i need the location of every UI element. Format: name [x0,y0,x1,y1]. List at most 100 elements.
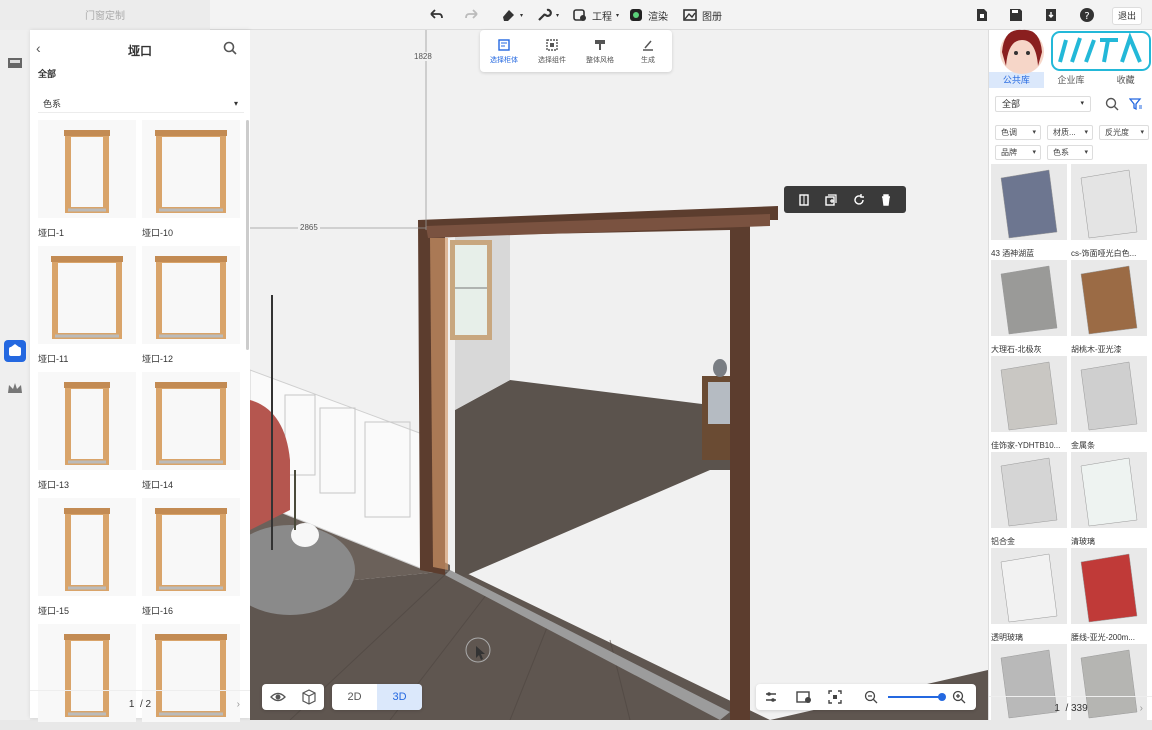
filter-color[interactable]: 色系 ▾ [1047,145,1093,160]
material-swatch [1071,356,1147,432]
door-edit-icon[interactable] [797,193,811,207]
color-filter-select[interactable]: 色系 ▾ [38,97,244,113]
selection-toolbar: 选择柜体 选择组件 整体风格 生成 [480,30,672,72]
camera-settings-icon[interactable] [796,690,812,704]
next-page-icon[interactable]: › [1140,697,1143,721]
page-current[interactable]: 1 [129,699,135,710]
filter-tone[interactable]: 色调 ▾ [995,125,1041,140]
save-icon [1010,9,1022,21]
export-icon [977,9,987,21]
doorframe-thumbnail [38,372,136,470]
crown-icon [8,383,22,393]
material-item[interactable]: 清玻璃 [1071,452,1147,547]
document-tab[interactable]: 门窗定制 [0,0,210,30]
material-item[interactable]: 大理石-北极灰 [991,260,1067,355]
material-label: 铝合金 [991,537,1015,546]
doorframe-label: 垭口-11 [38,354,69,364]
material-swatch [991,548,1067,624]
download-icon [1046,9,1056,21]
duplicate-icon[interactable] [824,193,838,207]
material-label: 佳饰家-YDHTB10... [991,441,1061,450]
material-item[interactable]: 透明玻璃 [991,548,1067,643]
material-page-total: / 339 [1065,703,1088,714]
panel-title: 垭口 [127,44,152,58]
filter-gloss[interactable]: 反光度 ▾ [1099,125,1149,140]
material-category-select[interactable]: 全部 ▾ [995,96,1091,112]
filter-brand[interactable]: 品牌 ▾ [995,145,1041,160]
material-item[interactable]: 43 酒神湖蓝 [991,164,1067,259]
save-button[interactable] [1008,6,1024,24]
doorframe-item[interactable]: 垭口-14 [142,372,240,491]
doorframe-thumbnail [142,246,240,344]
zoom-in-icon[interactable] [952,690,966,704]
render-menu[interactable]: 渲染 [628,6,668,24]
select-cabinet-icon [498,38,510,51]
rail-crown-button[interactable] [4,378,26,400]
overall-style-button[interactable]: 整体风格 [576,30,624,72]
material-swatch [991,452,1067,528]
rail-model-button[interactable] [4,340,26,362]
category-all[interactable]: 全部 [38,67,56,80]
material-swatch [1071,260,1147,336]
download-button[interactable] [1043,6,1059,24]
project-menu[interactable]: 工程 ▾ [572,6,619,24]
material-item[interactable]: 金属条 [1071,356,1147,451]
material-item[interactable]: 铝合金 [991,452,1067,547]
material-item[interactable]: cs-饰面哑光白色... [1071,164,1147,259]
zoom-slider-track[interactable] [888,696,942,698]
help-button[interactable]: ? [1079,6,1095,24]
material-swatch [991,260,1067,336]
album-menu[interactable]: 图册 [682,6,722,24]
search-icon[interactable] [222,40,238,56]
next-page-icon[interactable]: › [237,691,240,719]
undo-button[interactable] [428,6,444,24]
doorframe-label: 垭口-15 [38,606,70,616]
chevron-down-icon: ▾ [233,99,238,108]
cube-icon[interactable] [301,689,317,705]
material-label: 清玻璃 [1071,537,1095,546]
eye-icon[interactable] [269,689,286,705]
svg-text:?: ? [1084,11,1089,22]
material-item[interactable]: 腰线-亚光-200m... [1071,548,1147,643]
settings-sliders-icon[interactable] [764,690,778,704]
delete-icon[interactable] [879,193,893,207]
panel-scrollbar[interactable] [246,120,249,350]
doorframe-item[interactable]: 垭口-12 [142,246,240,365]
exit-button[interactable]: 退出 [1112,7,1142,25]
tools-button[interactable]: ▾ [536,6,559,24]
doorframe-item[interactable]: 垭口-13 [38,372,136,491]
doorframe-item[interactable]: 垭口-10 [142,120,240,239]
material-item[interactable]: 胡桃木-亚光漆 [1071,260,1147,355]
select-component-button[interactable]: 选择组件 [528,30,576,72]
filter-material[interactable]: 材质... ▾ [1047,125,1093,140]
album-icon [683,9,697,21]
doorframe-item[interactable]: 垭口-16 [142,498,240,617]
export-button[interactable] [974,6,990,24]
doorframe-item[interactable]: 垭口-11 [38,246,136,365]
redo-icon [465,9,478,19]
material-item[interactable]: 佳饰家-YDHTB10... [991,356,1067,451]
doorframe-item[interactable]: 垭口-15 [38,498,136,617]
dimension-height: 1828 [412,52,434,61]
redo-button[interactable] [464,6,480,24]
select-cabinet-button[interactable]: 选择柜体 [480,30,528,72]
search-icon[interactable] [1105,97,1119,111]
zoom-slider-handle[interactable] [938,693,946,701]
wrench-icon [538,8,552,21]
doorframe-item[interactable]: 垭口-1 [38,120,136,239]
zoom-out-icon[interactable] [864,690,878,704]
doorframe-thumbnail [38,498,136,596]
rotate-icon[interactable] [852,193,866,207]
fit-view-icon[interactable] [828,690,842,704]
material-label: 金属条 [1071,441,1095,450]
mode-3d-button[interactable]: 3D [377,684,422,710]
eraser-button[interactable]: ▾ [500,6,523,24]
3d-viewport[interactable]: 1828 2865 [250,30,988,720]
doorframe-label: 垭口-16 [142,606,174,616]
rail-furniture-button[interactable] [4,52,26,74]
generate-button[interactable]: 生成 [624,30,672,72]
mode-2d-button[interactable]: 2D [332,684,377,710]
page-total: / 2 [140,699,152,710]
material-page-current[interactable]: 1 [1054,703,1060,714]
filter-icon[interactable] [1129,97,1143,111]
